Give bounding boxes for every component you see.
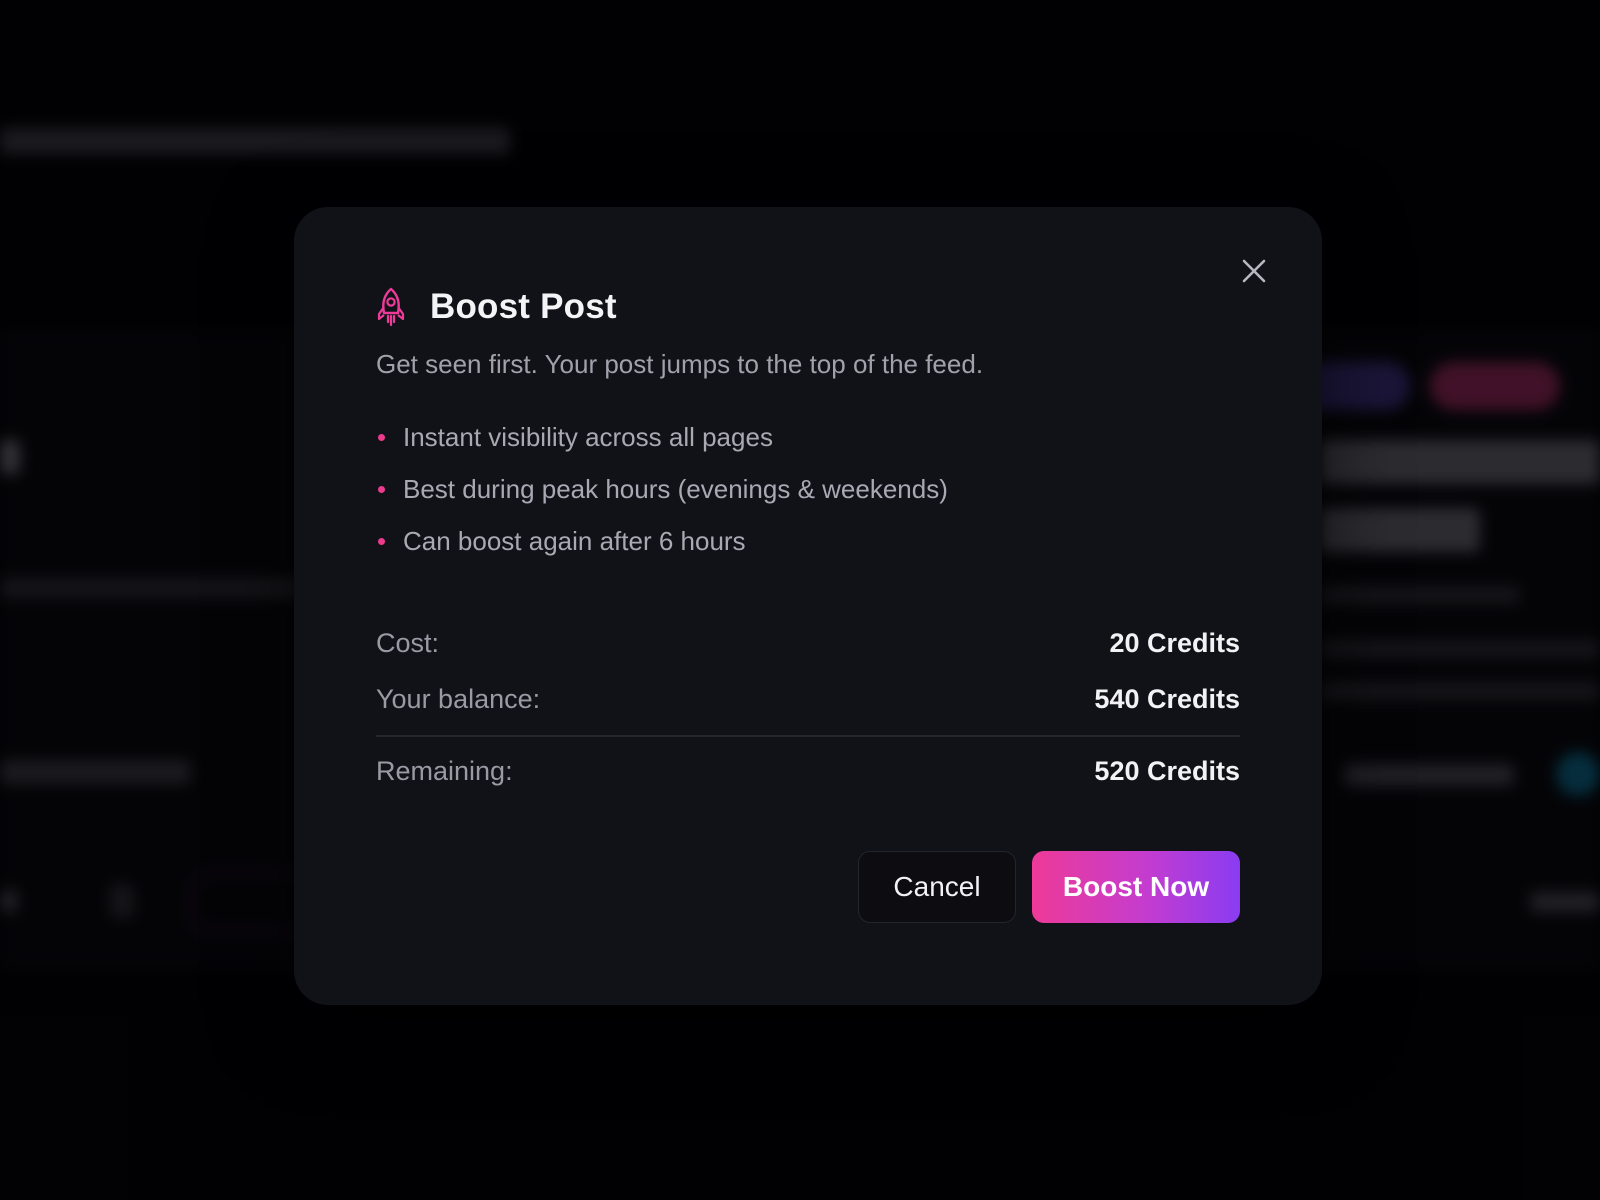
feature-text: Instant visibility across all pages — [403, 421, 773, 452]
modal-header: Boost Post — [376, 287, 617, 327]
feature-text: Can boost again after 6 hours — [403, 525, 746, 556]
cost-row: Cost: 20 Credits — [376, 615, 1240, 671]
list-item: Best during peak hours (evenings & weeke… — [376, 463, 948, 515]
boost-now-button[interactable]: Boost Now — [1032, 851, 1240, 923]
modal-actions: Cancel Boost Now — [858, 851, 1240, 923]
close-button[interactable] — [1234, 251, 1274, 291]
modal-title: Boost Post — [430, 287, 617, 326]
remaining-row: Remaining: 520 Credits — [376, 743, 1240, 799]
feature-text: Best during peak hours (evenings & weeke… — [403, 473, 948, 504]
list-item: Instant visibility across all pages — [376, 411, 948, 463]
cost-value: 20 Credits — [1109, 627, 1240, 658]
cost-label: Cost: — [376, 627, 440, 658]
bullet-icon — [378, 433, 385, 441]
balance-value: 540 Credits — [1094, 683, 1240, 714]
remaining-value: 520 Credits — [1094, 755, 1240, 786]
bullet-icon — [378, 537, 385, 545]
cancel-button[interactable]: Cancel — [858, 851, 1016, 923]
balance-row: Your balance: 540 Credits — [376, 671, 1240, 727]
bullet-icon — [378, 485, 385, 493]
divider — [376, 735, 1240, 737]
boost-post-modal: Boost Post Get seen first. Your post jum… — [294, 207, 1322, 1005]
cost-summary: Cost: 20 Credits Your balance: 540 Credi… — [376, 615, 1240, 799]
balance-label: Your balance: — [376, 683, 541, 714]
feature-list: Instant visibility across all pages Best… — [376, 411, 948, 567]
modal-subtitle: Get seen first. Your post jumps to the t… — [376, 349, 984, 379]
list-item: Can boost again after 6 hours — [376, 515, 948, 567]
close-icon — [1241, 258, 1267, 284]
rocket-icon — [376, 287, 408, 327]
remaining-label: Remaining: — [376, 755, 513, 786]
